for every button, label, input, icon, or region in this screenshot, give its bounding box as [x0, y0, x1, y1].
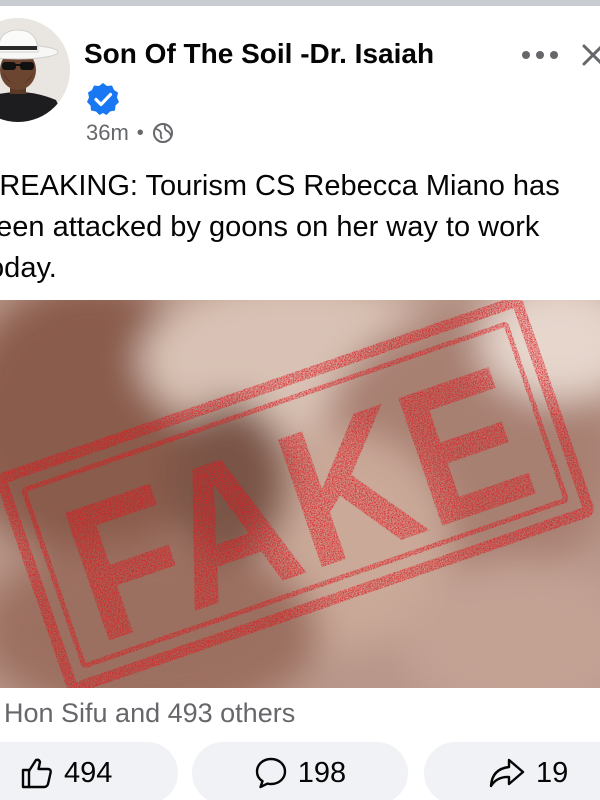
comment-count: 198	[297, 756, 347, 789]
more-options-icon	[522, 51, 558, 59]
close-icon	[582, 44, 600, 66]
close-button[interactable]	[578, 40, 600, 70]
facebook-post: Son Of The Soil -Dr. Isaiah 36m • REAKIN…	[0, 0, 600, 800]
share-arrow-icon	[489, 758, 525, 788]
like-count: 494	[64, 756, 113, 789]
comment-bubble-icon	[255, 757, 286, 789]
comment-button[interactable]: 198	[192, 742, 408, 800]
globe-icon[interactable]	[152, 122, 174, 144]
top-divider	[0, 0, 600, 6]
more-options-button[interactable]	[518, 40, 562, 70]
meta-separator: •	[136, 121, 144, 144]
post-meta: 36m •	[86, 120, 174, 146]
post-time[interactable]: 36m	[86, 120, 129, 146]
like-button[interactable]: 494	[0, 742, 178, 800]
post-image[interactable]: FAKE	[0, 300, 600, 688]
share-count: 19	[536, 756, 569, 789]
post-actions: 494 198 19	[0, 742, 600, 800]
reactions-summary[interactable]: Hon Sifu and 493 others	[4, 698, 295, 729]
verified-badge-icon	[86, 82, 120, 116]
share-button[interactable]: 19	[424, 742, 600, 800]
avatar[interactable]	[0, 18, 72, 122]
post-text: BREAKING: Tourism CS Rebecca Miano has b…	[0, 170, 560, 284]
thumbs-up-icon	[21, 758, 52, 789]
author-name[interactable]: Son Of The Soil -Dr. Isaiah	[84, 38, 434, 70]
